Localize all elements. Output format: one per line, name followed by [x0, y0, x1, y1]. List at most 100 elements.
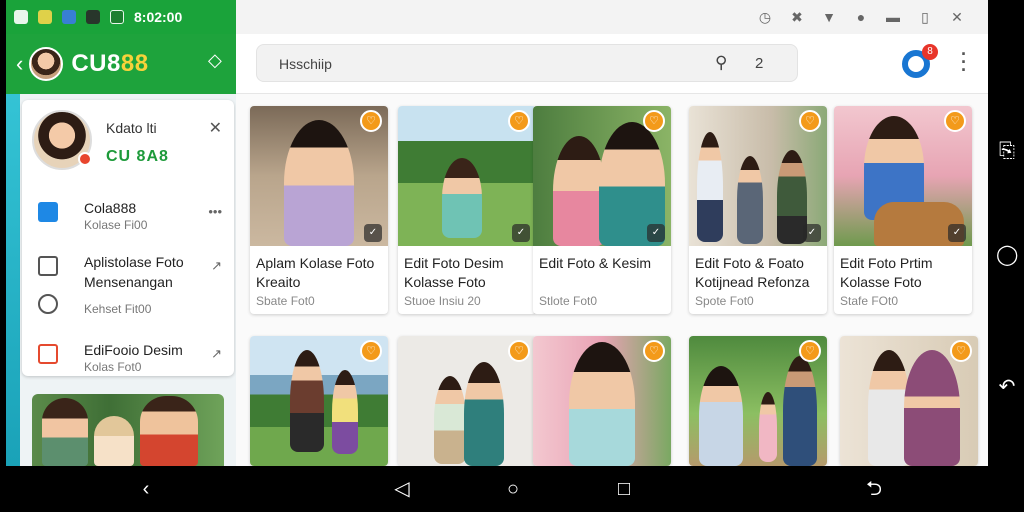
- favorite-icon[interactable]: ♡: [944, 110, 966, 132]
- share-icon[interactable]: ↗: [211, 258, 222, 274]
- avatar[interactable]: [29, 47, 64, 81]
- drawer-item-title: Aplistolase Foto Mensenangan: [84, 254, 184, 290]
- favorite-icon[interactable]: ♡: [360, 340, 382, 362]
- photo-card[interactable]: ♡: [689, 336, 827, 466]
- main-content: Hsschiip ⚲ 2 8 · · · ♡ ✓ Aplam Kolase Foto…: [236, 34, 988, 466]
- favorite-icon[interactable]: ♡: [508, 340, 530, 362]
- status-bar-left: 8:02:00: [6, 0, 236, 34]
- search-icon[interactable]: ⚲: [715, 53, 727, 73]
- drawer-item-aplistolase[interactable]: Aplistolase Foto Mensenangan Kehset Fit0…: [22, 248, 234, 326]
- thumb-person: [464, 362, 504, 466]
- thumb-person: [284, 120, 354, 246]
- minimize-icon[interactable]: ▬: [886, 9, 900, 25]
- thumb-person: [442, 158, 482, 238]
- thumb-person: [332, 370, 358, 454]
- rotate-screen-icon[interactable]: ⮌: [862, 478, 886, 500]
- card-thumbnail: ♡: [398, 336, 536, 466]
- search-text: Hsschiip: [279, 56, 332, 72]
- favorite-icon[interactable]: ♡: [360, 110, 382, 132]
- brand-highlight: 88: [120, 50, 149, 77]
- record-icon: ●: [856, 9, 866, 25]
- card-title: Edit Foto Desim Kolasse Foto: [404, 255, 504, 290]
- card-thumbnail: ♡: [840, 336, 978, 466]
- recents-icon[interactable]: □: [612, 478, 636, 500]
- close-icon[interactable]: ✕: [950, 9, 964, 25]
- notification-badge: 8: [922, 44, 938, 60]
- drawer-item-edifooio[interactable]: EdiFooio Desim Kolas Fot0 ↗: [22, 336, 234, 386]
- drawer-item-cola888[interactable]: Cola888 Kolase Fi00 •••: [22, 194, 234, 244]
- photo-person: [94, 416, 134, 466]
- wifi-icon: ▼: [822, 9, 836, 25]
- thumb-person: [904, 350, 960, 466]
- card-thumbnail: ♡: [250, 336, 388, 466]
- favorite-icon[interactable]: ♡: [799, 340, 821, 362]
- photo-card[interactable]: ♡ ✓ Edit Foto Prtim Kolasse Foto Stafe F…: [834, 106, 972, 314]
- select-icon[interactable]: ✓: [948, 224, 966, 242]
- favorite-icon[interactable]: ♡: [799, 110, 821, 132]
- photo-person: [140, 396, 198, 466]
- card-subtitle: Sbate Fot0: [256, 294, 315, 308]
- notes-icon: [38, 10, 52, 24]
- rotate-icon[interactable]: ⎘: [996, 140, 1018, 162]
- back-icon[interactable]: ‹: [16, 51, 23, 77]
- card-title: Edit Foto & Foato Kotijnead Refonza: [695, 255, 810, 290]
- favorite-icon[interactable]: ♡: [950, 340, 972, 362]
- thumb-person: [737, 156, 763, 244]
- select-icon[interactable]: ✓: [364, 224, 382, 242]
- camera-icon: [86, 10, 100, 24]
- status-bar-right: ◷ ✖ ▼ ● ▬ ▯ ✕: [236, 0, 988, 34]
- checkbox-icon: [38, 256, 58, 276]
- thumb-person: [569, 342, 635, 466]
- photo-card[interactable]: ♡: [250, 336, 388, 466]
- home-circle-icon[interactable]: ◯: [996, 244, 1018, 266]
- card-title: Edit Foto & Kesim: [539, 255, 652, 271]
- drawer-card: Kdato lti CU 8A8 ✕ Cola888 Kolase Fi00 •…: [22, 100, 234, 376]
- card-thumbnail: ♡ ✓: [834, 106, 972, 246]
- photo-card[interactable]: ♡ ✓ Edit Foto & Kesim Stlote Fot0: [533, 106, 671, 314]
- photo-card[interactable]: ♡: [840, 336, 978, 466]
- drawer-close-icon[interactable]: ✕: [209, 118, 222, 138]
- card-title: Aplam Kolase Foto Kreaito: [256, 255, 375, 290]
- drawer-item-title: EdiFooio Desim: [84, 342, 183, 358]
- image-icon: [62, 10, 76, 24]
- photo-card[interactable]: ♡: [398, 336, 536, 466]
- mute-icon: ✖: [791, 8, 803, 25]
- share-icon[interactable]: ↗: [211, 346, 222, 362]
- photo-card[interactable]: ♡ ✓ Aplam Kolase Foto Kreaito Sbate Fot0: [250, 106, 388, 314]
- alarm-icon: ◷: [758, 8, 772, 25]
- select-icon[interactable]: ✓: [803, 224, 821, 242]
- top-bar: Hsschiip ⚲ 2 8 · · ·: [236, 34, 988, 94]
- more-menu-icon[interactable]: · · ·: [956, 45, 972, 79]
- select-icon[interactable]: ✓: [647, 224, 665, 242]
- photo-icon: [110, 10, 124, 24]
- photo-card[interactable]: ♡ ✓ Edit Foto & Foato Kotijnead Refonza …: [689, 106, 827, 314]
- home-icon[interactable]: ○: [501, 478, 525, 500]
- favorite-icon[interactable]: ♡: [643, 110, 665, 132]
- favorite-icon[interactable]: ♡: [508, 110, 530, 132]
- app-header: ‹ CU888 ◇: [6, 34, 236, 94]
- drawer-photo[interactable]: [32, 394, 224, 466]
- favorite-icon[interactable]: ♡: [643, 340, 665, 362]
- photo-card[interactable]: ♡ ✓ Edit Foto Desim Kolasse Foto Stuoe I…: [398, 106, 536, 314]
- more-dots-icon[interactable]: •••: [208, 204, 222, 219]
- card-subtitle: Stuoe Insiu 20: [404, 294, 481, 308]
- drawer-accent-strip: [6, 94, 20, 466]
- profile-name: Kdato lti: [106, 120, 157, 136]
- select-icon[interactable]: ✓: [512, 224, 530, 242]
- photo-card[interactable]: ♡: [533, 336, 671, 466]
- battery-icon: ▯: [921, 8, 929, 25]
- drawer-item-sub: Kolas Fot0: [84, 360, 142, 374]
- system-bottom-nav: ‹ ◁ ○ □ ⮌: [0, 466, 988, 512]
- card-thumbnail: ♡: [689, 336, 827, 466]
- tag-icon[interactable]: ◇: [208, 50, 232, 72]
- thumb-person: [759, 392, 777, 462]
- card-subtitle: Stafe FOt0: [840, 294, 899, 308]
- back-icon[interactable]: ‹: [134, 478, 158, 500]
- back-triangle-icon[interactable]: ◁: [390, 478, 414, 500]
- photo-person: [42, 398, 88, 466]
- eye-icon: [38, 294, 58, 314]
- image-edit-icon: [38, 344, 58, 364]
- back-arrow-icon[interactable]: ↶: [996, 376, 1018, 398]
- card-thumbnail: ♡ ✓: [689, 106, 827, 246]
- search-input[interactable]: Hsschiip ⚲ 2: [256, 44, 798, 82]
